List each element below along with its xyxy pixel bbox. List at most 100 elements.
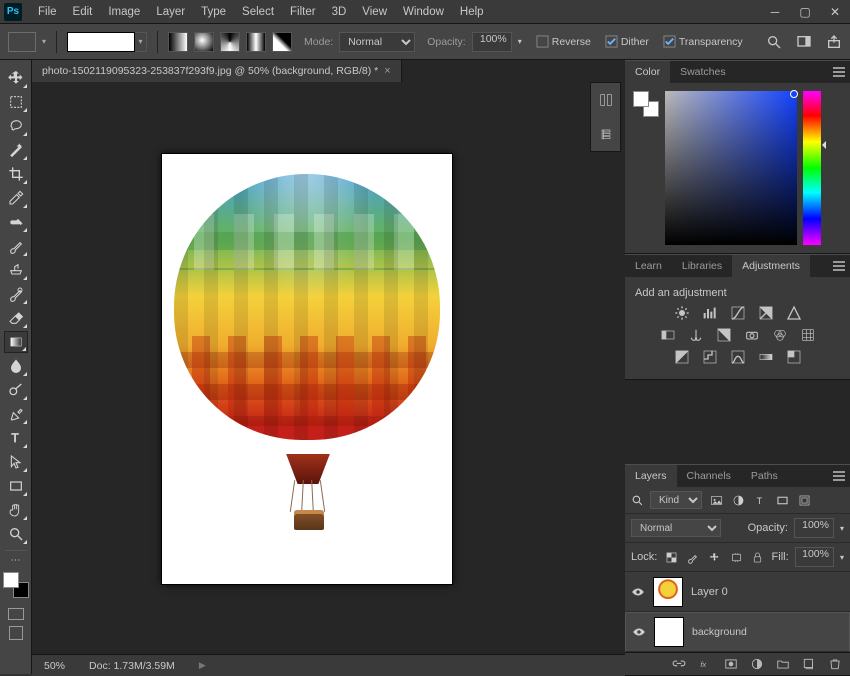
collapsed-panel-strip[interactable] <box>590 82 621 152</box>
menu-image[interactable]: Image <box>100 0 148 24</box>
properties-panel-icon[interactable] <box>591 117 620 151</box>
layer-blend-mode-select[interactable]: Normal <box>631 519 721 537</box>
tool-zoom[interactable] <box>4 523 28 545</box>
menu-filter[interactable]: Filter <box>282 0 324 24</box>
layer-name[interactable]: background <box>692 626 747 638</box>
adj-color-lookup-icon[interactable] <box>799 327 817 343</box>
transparency-checkbox[interactable]: Transparency <box>663 35 743 48</box>
document-canvas[interactable] <box>162 154 452 584</box>
layer-fill-input[interactable]: 100% <box>795 547 834 567</box>
tab-learn[interactable]: Learn <box>625 255 672 277</box>
share-icon[interactable] <box>826 34 842 50</box>
search-icon[interactable] <box>766 34 782 50</box>
edit-toolbar-icon[interactable]: ⋯ <box>11 555 21 566</box>
tool-blur[interactable] <box>4 355 28 377</box>
adj-bw-icon[interactable] <box>715 327 733 343</box>
menu-view[interactable]: View <box>354 0 395 24</box>
new-adjustment-icon[interactable] <box>750 657 764 671</box>
adj-levels-icon[interactable] <box>701 305 719 321</box>
layer-thumbnail[interactable] <box>653 577 683 607</box>
tool-hand[interactable] <box>4 499 28 521</box>
tab-libraries[interactable]: Libraries <box>672 255 732 277</box>
layer-style-icon[interactable]: fx <box>698 657 712 671</box>
new-layer-icon[interactable] <box>802 657 816 671</box>
gradient-preset-picker[interactable]: ▾ <box>67 32 147 52</box>
tool-lasso[interactable] <box>4 115 28 137</box>
menu-3d[interactable]: 3D <box>324 0 355 24</box>
gradient-linear-button[interactable] <box>168 32 188 52</box>
gradient-radial-button[interactable] <box>194 32 214 52</box>
layer-mask-icon[interactable] <box>724 657 738 671</box>
gradient-reflected-button[interactable] <box>246 32 266 52</box>
menu-edit[interactable]: Edit <box>65 0 101 24</box>
menu-help[interactable]: Help <box>452 0 492 24</box>
menu-type[interactable]: Type <box>193 0 234 24</box>
doc-tab[interactable]: photo-1502119095323-253837f293f9.jpg @ 5… <box>32 60 402 82</box>
window-maximize-button[interactable]: ▢ <box>790 2 820 22</box>
tab-paths[interactable]: Paths <box>741 465 788 487</box>
panel-menu-icon[interactable] <box>828 255 850 277</box>
menu-window[interactable]: Window <box>395 0 452 24</box>
filter-shape-icon[interactable] <box>774 493 790 508</box>
layer-row[interactable]: Layer 0 <box>625 572 850 612</box>
screen-mode-button[interactable] <box>9 626 23 640</box>
reverse-checkbox[interactable]: Reverse <box>536 35 591 48</box>
tool-eyedropper[interactable] <box>4 187 28 209</box>
tool-path-select[interactable] <box>4 451 28 473</box>
layer-row[interactable]: background <box>625 612 850 652</box>
doc-info[interactable]: Doc: 1.73M/3.59M <box>89 660 175 672</box>
tab-adjustments[interactable]: Adjustments <box>732 255 810 277</box>
adj-threshold-icon[interactable] <box>729 349 747 365</box>
adj-photo-filter-icon[interactable] <box>743 327 761 343</box>
tab-layers[interactable]: Layers <box>625 465 677 487</box>
tool-clone-stamp[interactable] <box>4 259 28 281</box>
tool-type[interactable]: T <box>4 427 28 449</box>
canvas-area[interactable] <box>32 82 625 654</box>
layer-thumbnail[interactable] <box>654 617 684 647</box>
gradient-preview[interactable] <box>67 32 135 52</box>
doc-tab-close-icon[interactable]: × <box>384 60 390 82</box>
tool-move[interactable] <box>4 67 28 89</box>
adj-gradient-map-icon[interactable] <box>757 349 775 365</box>
filter-adjust-icon[interactable] <box>730 493 746 508</box>
layer-opacity-input[interactable]: 100% <box>794 518 834 538</box>
layer-filter-kind-select[interactable]: Kind <box>650 491 702 509</box>
gradient-angle-button[interactable] <box>220 32 240 52</box>
filter-pixel-icon[interactable] <box>708 493 724 508</box>
layer-name[interactable]: Layer 0 <box>691 586 728 598</box>
quick-mask-button[interactable] <box>8 608 24 620</box>
delete-layer-icon[interactable] <box>828 657 842 671</box>
adj-vibrance-icon[interactable] <box>785 305 803 321</box>
lock-position-icon[interactable] <box>707 550 723 565</box>
panel-menu-icon[interactable] <box>828 465 850 487</box>
tool-spot-heal[interactable] <box>4 211 28 233</box>
tool-crop[interactable] <box>4 163 28 185</box>
dither-checkbox[interactable]: Dither <box>605 35 649 48</box>
link-layers-icon[interactable] <box>672 657 686 671</box>
zoom-level[interactable]: 50% <box>44 660 65 672</box>
tool-history-brush[interactable] <box>4 283 28 305</box>
lock-artboard-icon[interactable] <box>728 550 744 565</box>
adj-color-balance-icon[interactable] <box>687 327 705 343</box>
tab-channels[interactable]: Channels <box>677 465 741 487</box>
menu-layer[interactable]: Layer <box>148 0 193 24</box>
adj-channel-mixer-icon[interactable] <box>771 327 789 343</box>
tab-swatches[interactable]: Swatches <box>670 61 736 83</box>
fg-color-swatch[interactable] <box>3 572 19 588</box>
panel-menu-icon[interactable] <box>828 61 850 83</box>
hue-slider[interactable] <box>803 91 821 245</box>
adj-brightness-icon[interactable] <box>673 305 691 321</box>
tab-color[interactable]: Color <box>625 61 670 83</box>
adj-selective-color-icon[interactable] <box>785 349 803 365</box>
tool-magic-wand[interactable] <box>4 139 28 161</box>
menu-select[interactable]: Select <box>234 0 282 24</box>
window-close-button[interactable]: ✕ <box>820 2 850 22</box>
layer-visibility-icon[interactable] <box>632 625 646 639</box>
new-group-icon[interactable] <box>776 657 790 671</box>
window-minimize-button[interactable]: ─ <box>760 2 790 22</box>
opacity-input[interactable]: 100% <box>472 32 512 52</box>
adj-invert-icon[interactable] <box>673 349 691 365</box>
adj-posterize-icon[interactable] <box>701 349 719 365</box>
adj-hue-icon[interactable] <box>659 327 677 343</box>
lock-paint-icon[interactable] <box>685 550 701 565</box>
